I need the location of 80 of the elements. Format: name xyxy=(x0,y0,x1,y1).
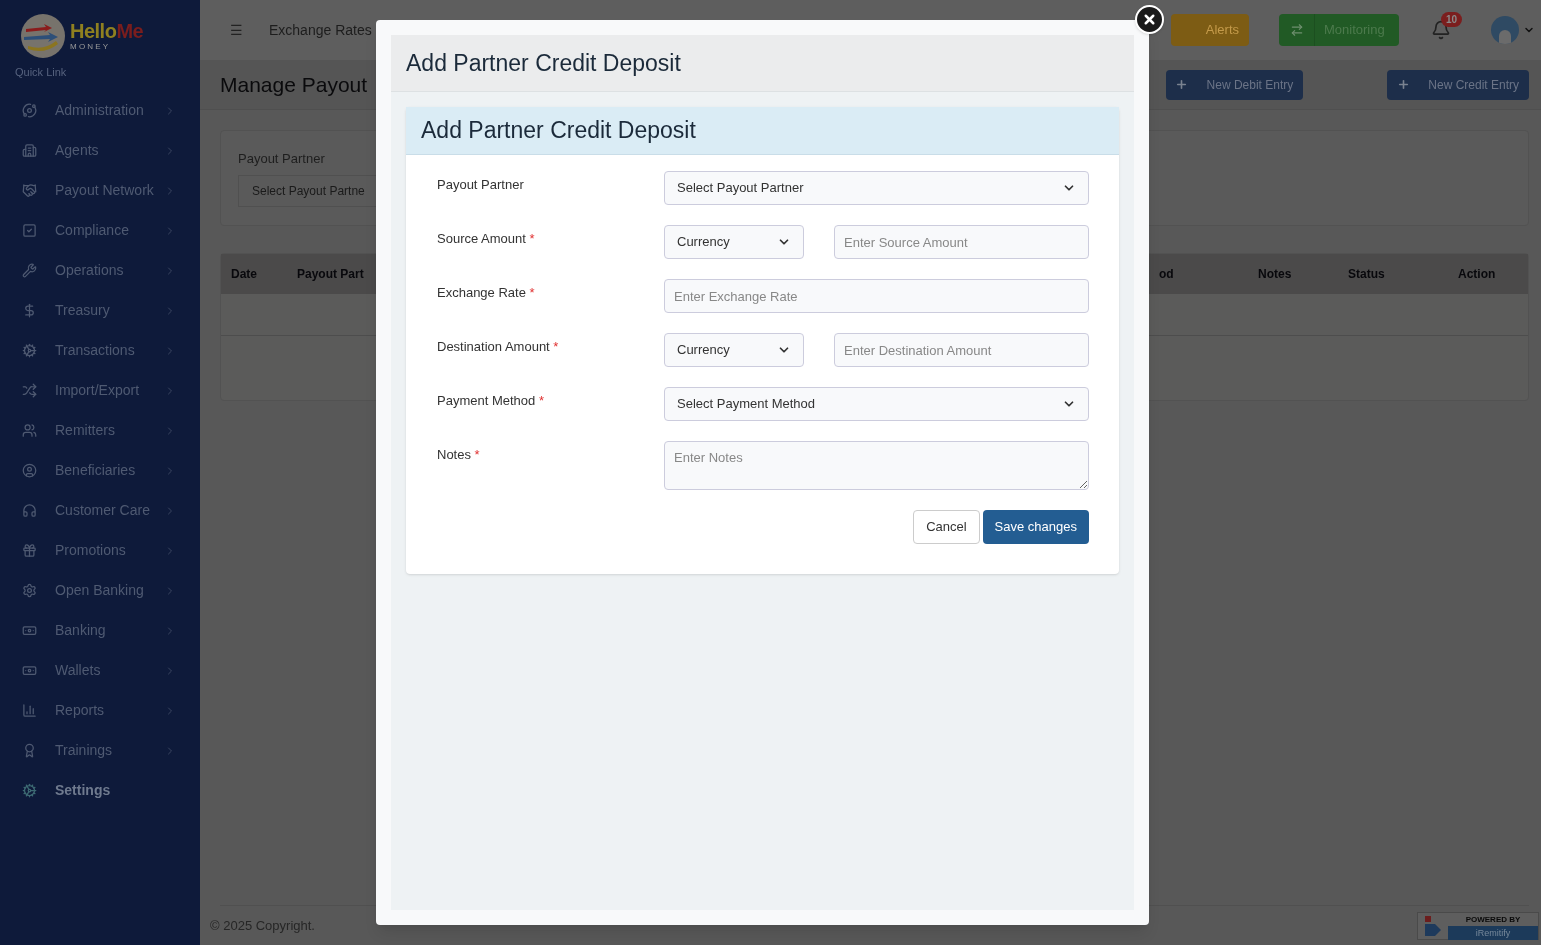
currency-select[interactable]: Currency xyxy=(664,225,804,259)
headset-icon xyxy=(22,503,37,518)
gift-icon xyxy=(22,543,37,558)
banknote-icon xyxy=(22,623,37,638)
column-header: Status xyxy=(1348,266,1386,283)
dollar-icon xyxy=(22,303,37,318)
notification-badge: 10 xyxy=(1441,12,1463,27)
column-header: Payout Part xyxy=(297,266,365,283)
column-header: od xyxy=(1159,266,1175,283)
filter-label: Payout Partner xyxy=(238,150,326,168)
new-entry-button[interactable]: New Credit Entry xyxy=(1387,69,1529,100)
orbit-icon xyxy=(22,103,37,118)
brand-logo-icon xyxy=(1424,914,1442,937)
logo-icon xyxy=(20,13,66,59)
sidebar-item[interactable]: Wallets xyxy=(0,650,200,691)
shuffle-icon xyxy=(22,383,37,398)
card-title: Add Partner Credit Deposit xyxy=(421,116,696,146)
section-label: Quick Link xyxy=(14,65,68,80)
handshake-icon xyxy=(22,183,37,198)
modal-title: Add Partner Credit Deposit xyxy=(406,48,681,78)
currency-select[interactable]: Currency xyxy=(664,333,804,367)
sidebar-item[interactable]: Administration xyxy=(0,90,200,131)
cogs-icon xyxy=(22,343,37,358)
avatar[interactable] xyxy=(1491,16,1519,44)
field-label: Exchange Rate * xyxy=(437,284,536,302)
users-icon xyxy=(22,423,37,438)
exchange-rates-dropdown[interactable]: Exchange Rates xyxy=(269,19,372,41)
new-entry-button[interactable]: New Debit Entry xyxy=(1165,69,1304,100)
amount-input[interactable]: Enter Source Amount xyxy=(834,225,1089,259)
banknote-icon xyxy=(22,663,37,678)
user-icon xyxy=(22,463,37,478)
sidebar-item[interactable]: Customer Care xyxy=(0,490,200,531)
checkbox-icon xyxy=(22,223,37,238)
bar-chart-icon xyxy=(22,703,37,718)
sidebar-item[interactable]: Remitters xyxy=(0,410,200,451)
swap-icon xyxy=(1289,23,1304,37)
logo-subtitle: M O N E Y xyxy=(70,43,110,51)
badge-icon xyxy=(22,743,37,758)
select-field[interactable]: Select Payment Method xyxy=(664,387,1089,421)
gear-icon xyxy=(22,583,37,598)
sidebar-item[interactable]: Agents xyxy=(0,130,200,171)
field-label: Payout Partner xyxy=(437,176,525,194)
powered-by-label: POWERED BY xyxy=(1464,913,1522,926)
field-label: Destination Amount * xyxy=(437,338,560,356)
wrench-icon xyxy=(22,263,37,278)
sidebar-item[interactable]: Payout Network xyxy=(0,170,200,211)
menu-button[interactable]: ☰ xyxy=(230,19,243,41)
sidebar-item[interactable]: Open Banking xyxy=(0,570,200,611)
column-header: Notes xyxy=(1258,266,1293,283)
sidebar-item[interactable]: Beneficiaries xyxy=(0,450,200,491)
alerts-button[interactable]: Alerts xyxy=(1171,14,1249,46)
sidebar-item[interactable]: Settings xyxy=(0,770,200,811)
building-icon xyxy=(22,143,37,158)
notes-textarea[interactable]: Enter Notes xyxy=(664,441,1089,490)
sidebar-item[interactable]: Import/Export xyxy=(0,370,200,411)
column-header: Action xyxy=(1458,266,1497,283)
sidebar-item[interactable]: Promotions xyxy=(0,530,200,571)
select-field[interactable]: Select Payout Partner xyxy=(664,171,1089,205)
logo-text: HelloMe xyxy=(70,21,144,41)
field-label: Source Amount * xyxy=(437,230,536,248)
page-title: Manage Payout xyxy=(220,71,368,98)
close-icon xyxy=(1142,12,1157,27)
sidebar-item[interactable]: Operations xyxy=(0,250,200,291)
sidebar-item[interactable]: Reports xyxy=(0,690,200,731)
rate-input[interactable]: Enter Exchange Rate xyxy=(664,279,1089,313)
sidebar-item[interactable]: Trainings xyxy=(0,730,200,771)
payout-partner-select[interactable]: Select Payout Partne xyxy=(238,174,376,207)
field-label: Notes * xyxy=(437,446,481,464)
sidebar-item[interactable]: Treasury xyxy=(0,290,200,331)
field-label: Payment Method * xyxy=(437,392,545,410)
cancel-button[interactable]: Cancel xyxy=(913,510,980,544)
plus-icon xyxy=(1396,78,1410,91)
amount-input[interactable]: Enter Destination Amount xyxy=(834,333,1089,367)
sidebar-item[interactable]: Transactions xyxy=(0,330,200,371)
plus-icon xyxy=(1175,78,1189,91)
sidebar-item[interactable]: Compliance xyxy=(0,210,200,251)
save-button[interactable]: Save changes xyxy=(982,510,1089,544)
sidebar-item[interactable]: Banking xyxy=(0,610,200,651)
cogs-icon xyxy=(22,783,37,798)
brand-name: iRemitify xyxy=(1448,925,1538,940)
